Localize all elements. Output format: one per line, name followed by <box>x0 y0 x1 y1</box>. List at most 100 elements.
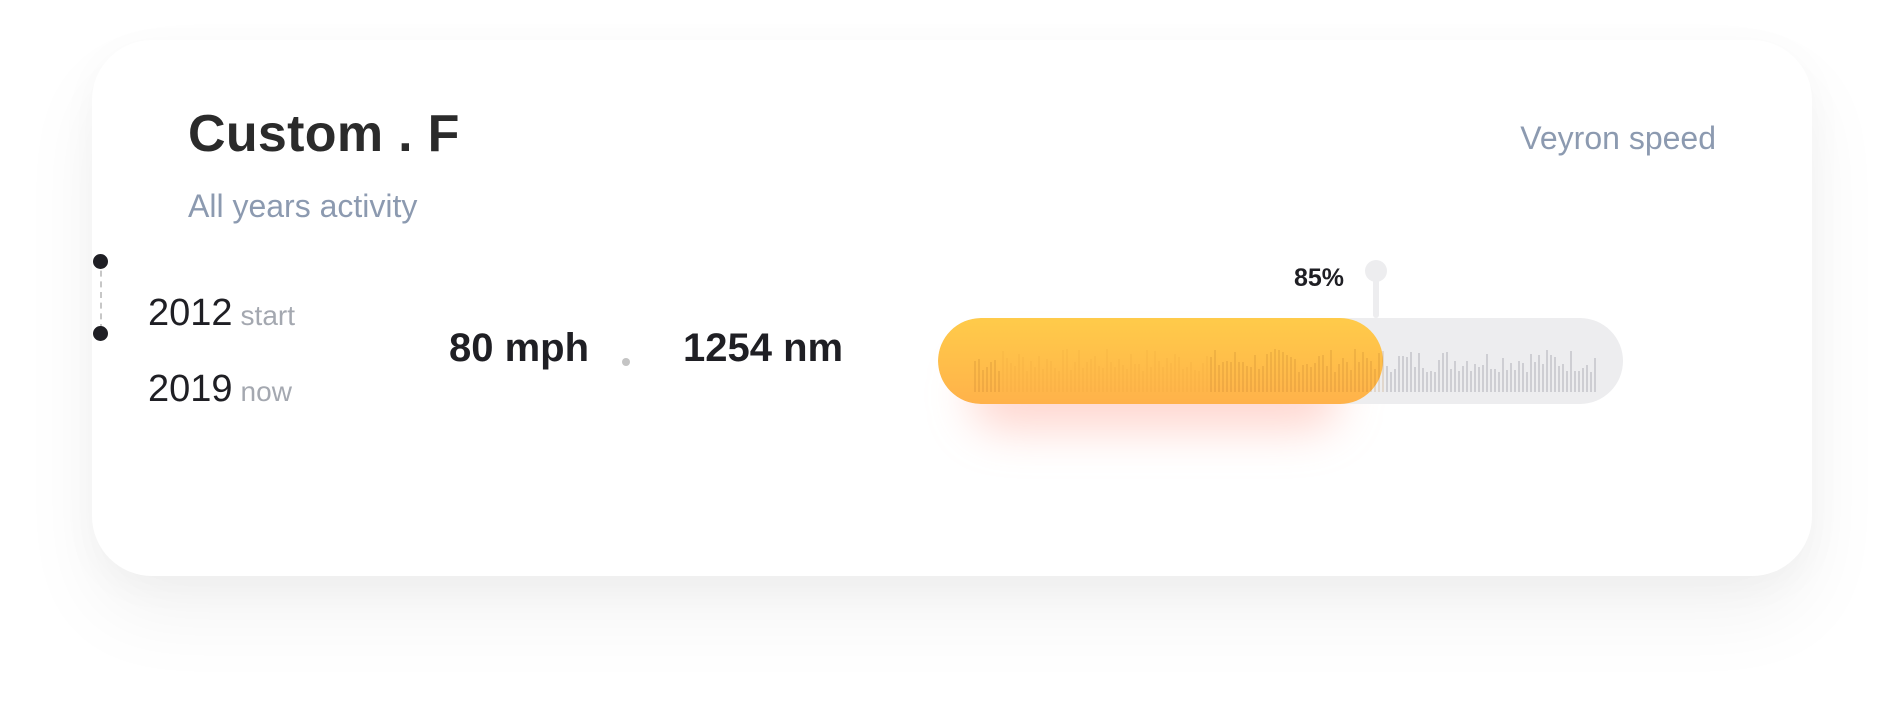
card-subtitle: All years activity <box>188 188 418 224</box>
progress-percent: 85% <box>1294 264 1345 292</box>
waveform-bar <box>1062 350 1064 392</box>
waveform-bar <box>1370 361 1372 392</box>
waveform-bar <box>1414 367 1416 392</box>
waveform-bar <box>1578 371 1580 392</box>
waveform-bar <box>1206 356 1208 392</box>
waveform-bar <box>1102 368 1104 392</box>
waveform-bar <box>1186 367 1188 392</box>
waveform-bar <box>1470 371 1472 392</box>
waveform-bar <box>1574 371 1576 392</box>
waveform-bar <box>1238 362 1240 392</box>
waveform-bar <box>1306 364 1308 392</box>
waveform-bar <box>1286 355 1288 392</box>
waveform-bar <box>1494 369 1496 392</box>
waveform-bar <box>1434 372 1436 392</box>
waveform-bar <box>1122 365 1124 392</box>
waveform-bar <box>1570 351 1572 392</box>
waveform-bar <box>1050 361 1052 392</box>
waveform-bar <box>1242 362 1244 392</box>
waveform-bar <box>1294 359 1296 392</box>
waveform-bar <box>1002 351 1004 392</box>
waveform-bar <box>1378 353 1380 392</box>
progress-track <box>938 318 1623 404</box>
waveform-bar <box>1390 372 1392 392</box>
waveform-bar <box>1386 366 1388 392</box>
waveform-bar <box>1322 355 1324 392</box>
waveform-bar <box>1402 356 1404 392</box>
waveform-bar <box>1298 372 1300 392</box>
start-label: start <box>240 300 296 331</box>
timeline-connector <box>100 260 102 330</box>
waveform-bar <box>1546 350 1548 392</box>
progress-marker-handle[interactable] <box>1365 260 1387 282</box>
waveform-bar <box>1302 365 1304 392</box>
waveform-bar <box>1066 349 1068 392</box>
waveform-bar <box>1222 362 1224 392</box>
waveform-bar <box>1010 363 1012 392</box>
waveform-bar <box>1338 364 1340 392</box>
waveform-bar <box>1474 364 1476 392</box>
waveform-bar <box>1590 372 1592 392</box>
waveform-bar <box>1142 371 1144 392</box>
torque-value: 1254 nm <box>683 326 844 370</box>
waveform-bar <box>1118 359 1120 392</box>
waveform-bar <box>1030 361 1032 392</box>
card-title: Custom . F <box>188 105 460 163</box>
waveform-bar <box>1446 352 1448 392</box>
waveform-bar <box>1034 367 1036 392</box>
waveform-bar <box>1562 364 1564 392</box>
waveform-bar <box>1098 366 1100 392</box>
waveform-bar <box>1522 363 1524 392</box>
waveform-bar <box>1406 357 1408 392</box>
waveform-bar <box>1218 365 1220 392</box>
waveform-bar <box>1058 371 1060 392</box>
waveform-bar <box>1582 368 1584 392</box>
waveform-bar <box>1526 372 1528 392</box>
waveform-bar <box>1082 368 1084 392</box>
waveform-bar <box>1154 351 1156 392</box>
timeline-end: 2019 now <box>148 368 292 411</box>
waveform-bar <box>1026 371 1028 392</box>
waveform-bar <box>1282 352 1284 392</box>
waveform-bar <box>1362 352 1364 392</box>
waveform-bar <box>1046 359 1048 392</box>
waveform-bar <box>1190 362 1192 392</box>
waveform-bar <box>1210 357 1212 392</box>
waveform-bar <box>1506 370 1508 392</box>
waveform-bar <box>1550 355 1552 392</box>
waveform-bar <box>1354 349 1356 392</box>
timeline-start: 2012 start <box>148 292 295 335</box>
start-year: 2012 <box>148 292 233 334</box>
waveform-bar <box>1478 367 1480 392</box>
waveform-bar <box>1442 353 1444 392</box>
waveform-bar <box>1178 357 1180 392</box>
speed-value: 80 mph <box>449 326 590 370</box>
waveform-bar <box>1166 358 1168 392</box>
waveform-bar <box>1594 358 1596 392</box>
waveform-bar <box>1502 358 1504 392</box>
waveform-bar <box>1586 365 1588 392</box>
waveform-bar <box>1266 354 1268 392</box>
waveform-bar <box>1258 369 1260 392</box>
end-label: now <box>240 376 292 407</box>
waveform-bar <box>1018 354 1020 392</box>
waveform-bar <box>1558 366 1560 392</box>
waveform-bar <box>1358 362 1360 392</box>
waveform-bar <box>1114 367 1116 392</box>
waveform-bar <box>1314 363 1316 392</box>
waveform-bar <box>1430 371 1432 392</box>
waveform-bar <box>1290 357 1292 392</box>
waveform-bar <box>1246 366 1248 392</box>
waveform-bar <box>1466 361 1468 392</box>
speed-card: Custom . F All years activity Veyron spe… <box>92 40 1812 576</box>
waveform-bar <box>1106 349 1108 392</box>
waveform-bar <box>1226 361 1228 392</box>
waveform-bar <box>1326 366 1328 392</box>
waveform-bar <box>1510 363 1512 392</box>
timeline-dot-end <box>93 326 108 341</box>
waveform-bar <box>1022 357 1024 392</box>
waveform-bar <box>1174 354 1176 392</box>
waveform-bar <box>1194 370 1196 392</box>
waveform-bar <box>1410 352 1412 392</box>
waveform-bar <box>1342 358 1344 392</box>
